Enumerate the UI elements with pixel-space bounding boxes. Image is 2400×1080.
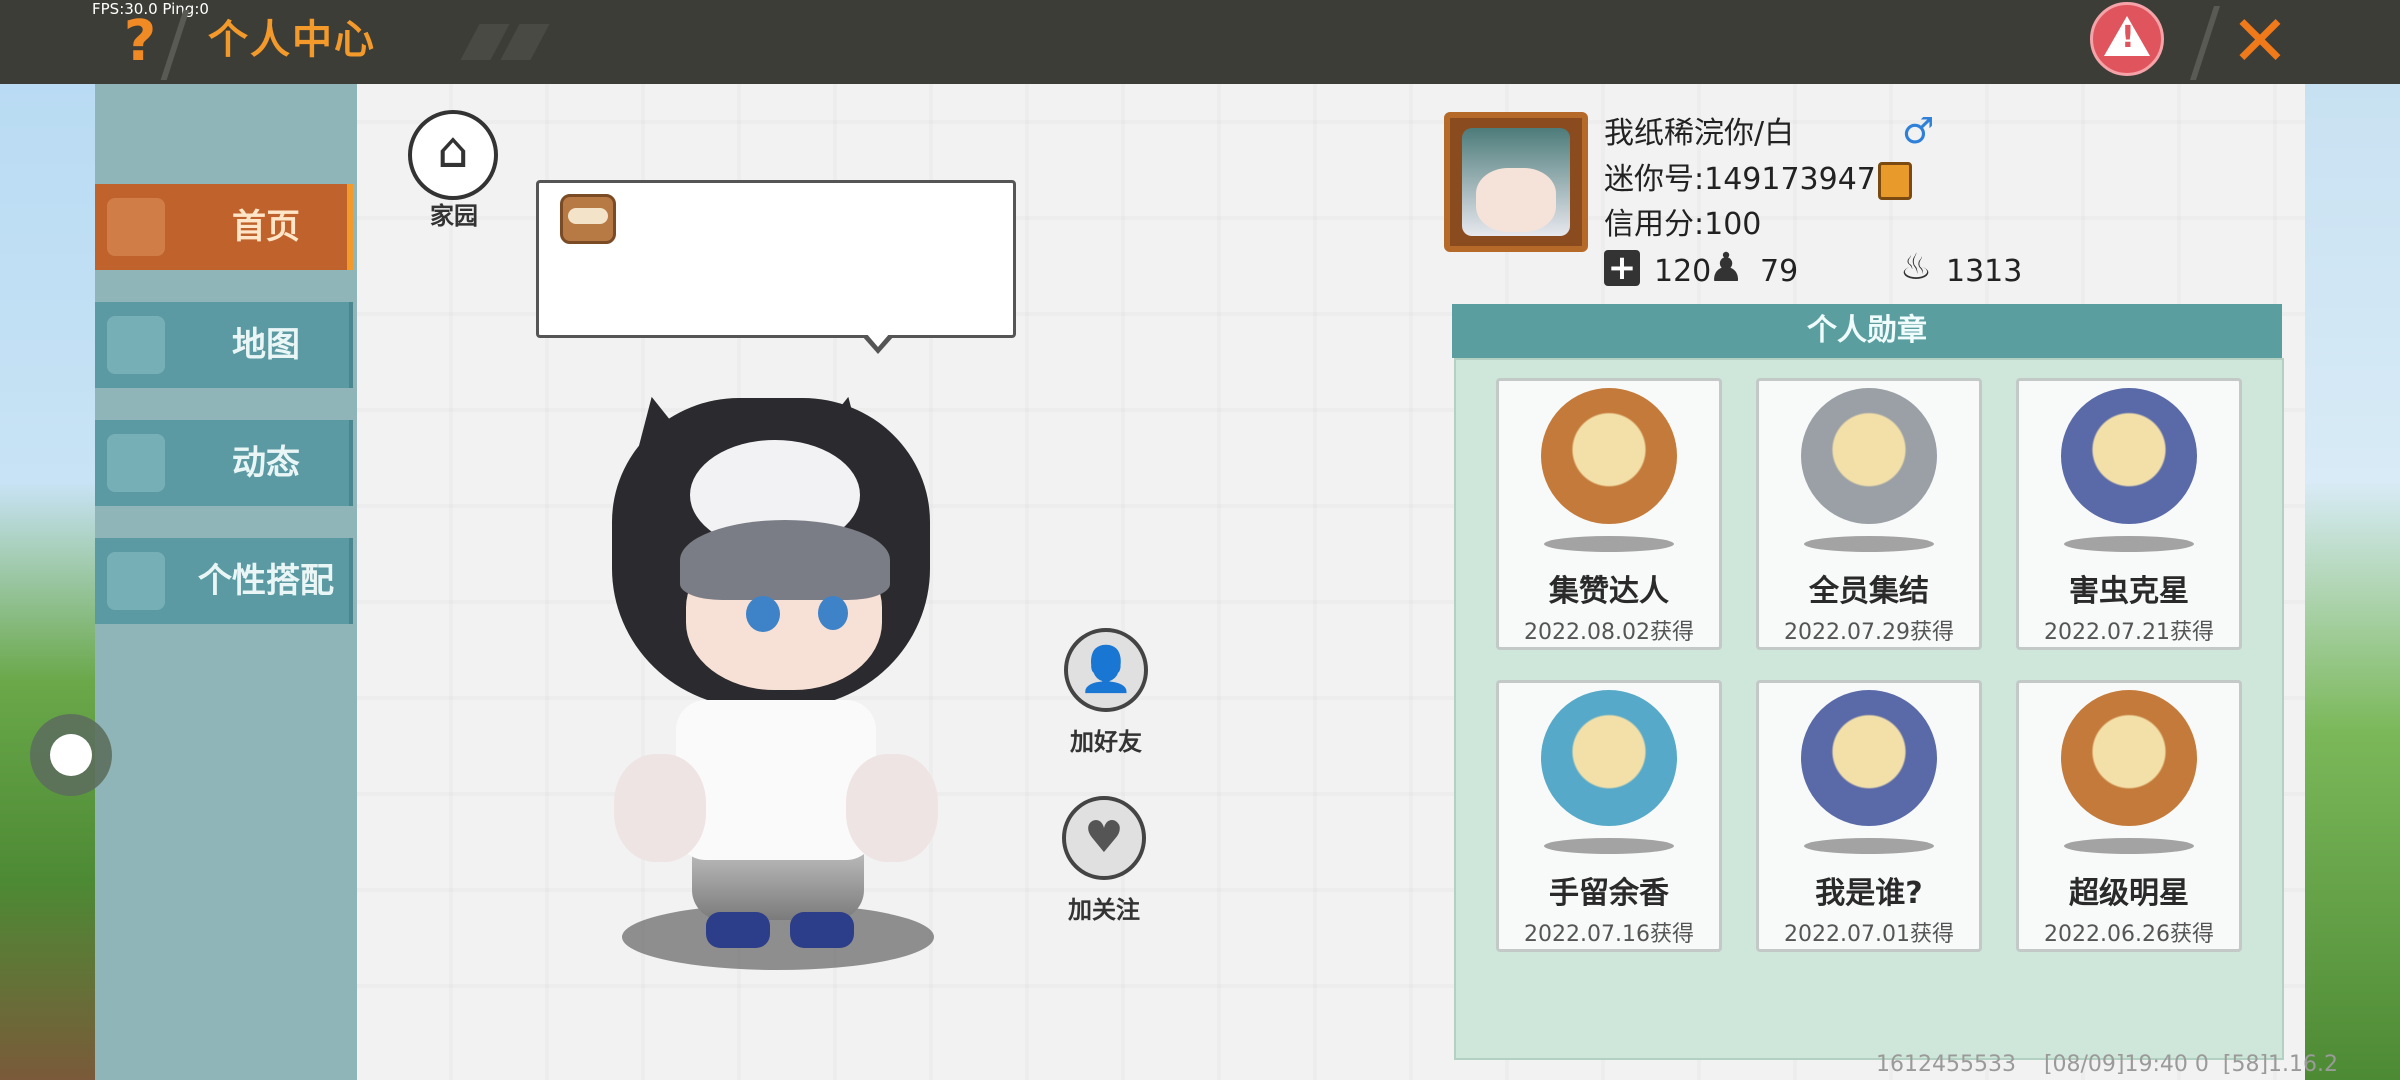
add-user-icon: 👤: [1078, 644, 1134, 695]
medal-date: 2022.07.21获得: [2044, 620, 2214, 645]
avatar-hand: [846, 754, 938, 862]
medal-pedestal: [1544, 536, 1674, 552]
warning-icon-mark: !: [2121, 20, 2135, 55]
medal-icon: [2061, 388, 2197, 524]
medal-pedestal: [2064, 838, 2194, 854]
medal-name: 集赞达人: [1549, 574, 1669, 609]
medal-name: 我是谁?: [1815, 876, 1923, 911]
medal-date: 2022.07.29获得: [1784, 620, 1954, 645]
sidebar-item-label: 动态: [232, 443, 300, 483]
avatar-hair: [680, 520, 890, 600]
medal-name: 全员集结: [1809, 574, 1929, 609]
medal-name: 超级明星: [2069, 876, 2189, 911]
avatar-shirt: [676, 700, 876, 860]
heart-icon: ♥: [1084, 812, 1124, 863]
nickname: 我纸稀浣你/白: [1604, 116, 1795, 151]
follow-label: 加关注: [1068, 896, 1140, 924]
avatar-shoe: [790, 912, 854, 948]
medal-icon: [1541, 388, 1677, 524]
medal-date: 2022.07.01获得: [1784, 922, 1954, 947]
face-icon: [107, 552, 165, 610]
fans-icon: ♟: [1708, 245, 1744, 291]
close-icon[interactable]: ✕: [2228, 4, 2292, 78]
background-scene-right: [2305, 84, 2400, 1080]
map-icon: [107, 316, 165, 374]
add-box-icon: +: [1604, 250, 1640, 286]
medal-icon: [1801, 690, 1937, 826]
medal-date: 2022.07.16获得: [1524, 922, 1694, 947]
medal-name: 手留余香: [1549, 876, 1669, 911]
mini-id: 迷你号:1491739477: [1604, 162, 1895, 197]
house-icon: ⌂: [437, 121, 469, 179]
profile-avatar-face: [1476, 168, 1556, 232]
medal-pedestal: [1804, 838, 1934, 854]
flame-icon: ♨: [1899, 247, 1933, 288]
medal-pedestal: [2064, 536, 2194, 552]
stat-add-count: 120: [1654, 254, 1712, 289]
speech-bubble-tail-fill: [866, 333, 890, 347]
stat-hot-count: 1313: [1946, 254, 2023, 289]
shirt-icon: [107, 198, 165, 256]
medal-icon: [2061, 690, 2197, 826]
sidebar-item-outfit[interactable]: 个性搭配: [95, 538, 353, 624]
male-icon: ♂: [1902, 111, 1935, 152]
avatar-eye: [746, 596, 780, 632]
avatar-hand: [614, 754, 706, 862]
bell-icon: [107, 434, 165, 492]
copy-icon[interactable]: [1878, 162, 1912, 200]
sidebar-item-label: 个性搭配: [198, 561, 334, 601]
add-friend-label: 加好友: [1070, 728, 1142, 756]
background-scene-left: [0, 84, 95, 1080]
page-title: 个人中心: [208, 17, 376, 63]
help-icon[interactable]: ?: [112, 12, 168, 72]
medal-date: 2022.06.26获得: [2044, 922, 2214, 947]
medals-title: 个人勋章: [1452, 304, 2282, 358]
joystick-knob[interactable]: [50, 734, 92, 776]
sidebar-item-home[interactable]: 首页: [95, 184, 353, 270]
sidebar-item-map[interactable]: 地图: [95, 302, 353, 388]
medal-name: 害虫克星: [2069, 574, 2189, 609]
home-label: 家园: [430, 202, 478, 230]
stat-fans-count: 79: [1760, 254, 1799, 289]
mood-icon-face: [568, 208, 608, 224]
credit-score: 信用分:100: [1604, 207, 1762, 242]
medal-date: 2022.08.02获得: [1524, 620, 1694, 645]
avatar-eye: [818, 596, 848, 630]
build-info: 1612455533 [08/09]19:40 0 [58]1.16.2: [1876, 1052, 2339, 1077]
sidebar-item-activity[interactable]: 动态: [95, 420, 353, 506]
sidebar-item-label: 地图: [232, 325, 300, 365]
medal-icon: [1801, 388, 1937, 524]
avatar-shoe: [706, 912, 770, 948]
medal-icon: [1541, 690, 1677, 826]
sidebar-item-label: 首页: [232, 207, 300, 247]
medal-pedestal: [1544, 838, 1674, 854]
medal-pedestal: [1804, 536, 1934, 552]
